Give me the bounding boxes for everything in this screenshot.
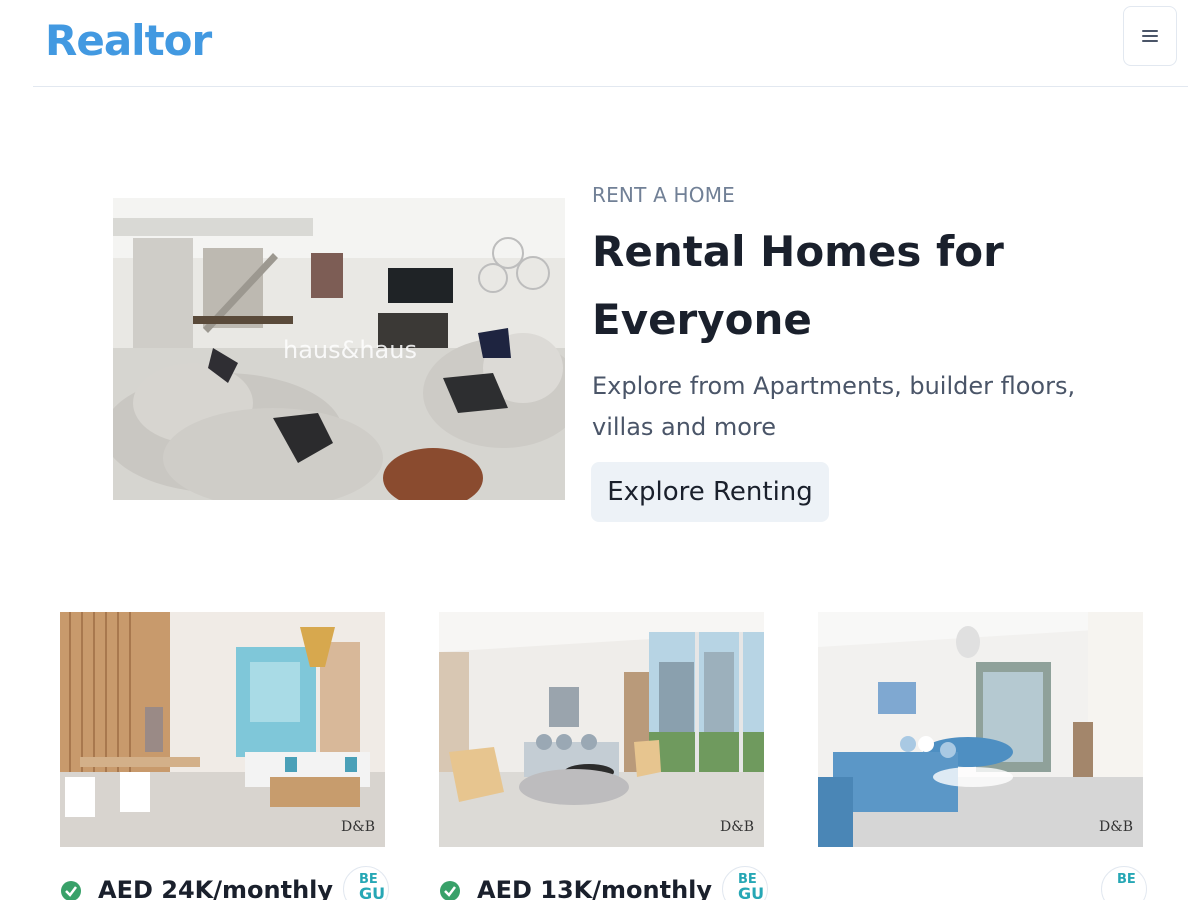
agency-logo-text-2: GU [359,884,386,900]
top-nav: Realtor [33,0,1188,87]
listing-card[interactable]: D&B AED 13K/monthly BE GU [439,612,768,900]
logo[interactable]: Realtor [45,16,212,65]
listing-price: AED 13K/monthly [477,876,713,900]
listing-card[interactable]: D&B BE [818,612,1147,900]
image-watermark: haus&haus [283,336,417,364]
agency-logo-text: BE [1117,872,1136,887]
image-watermark: D&B [341,819,375,835]
listing-image[interactable]: D&B [439,612,764,847]
hero-text: RENT A HOME Rental Homes for Everyone Ex… [592,182,1112,448]
listing-image[interactable]: D&B [60,612,385,847]
agency-logo-text-2: GU [738,884,765,900]
listing-card[interactable]: D&B AED 24K/monthly BE GU [60,612,389,900]
hero-eyebrow: RENT A HOME [592,183,735,207]
hero-description: Explore from Apartments, builder floors,… [592,372,1076,441]
hero-image: haus&haus [113,198,565,500]
verified-check-icon [440,881,460,900]
image-watermark: D&B [720,819,754,835]
hamburger-menu-icon [1142,30,1158,42]
explore-renting-button[interactable]: Explore Renting [591,462,829,522]
listing-price: AED 24K/monthly [98,876,334,900]
agency-logo: BE GU [343,866,389,900]
agency-logo: BE [1101,866,1147,900]
verified-check-icon [61,881,81,900]
listing-image[interactable]: D&B [818,612,1143,847]
hero-title: Rental Homes for Everyone [592,227,1004,344]
image-watermark: D&B [1099,819,1133,835]
agency-logo: BE GU [722,866,768,900]
menu-button[interactable] [1123,6,1177,66]
